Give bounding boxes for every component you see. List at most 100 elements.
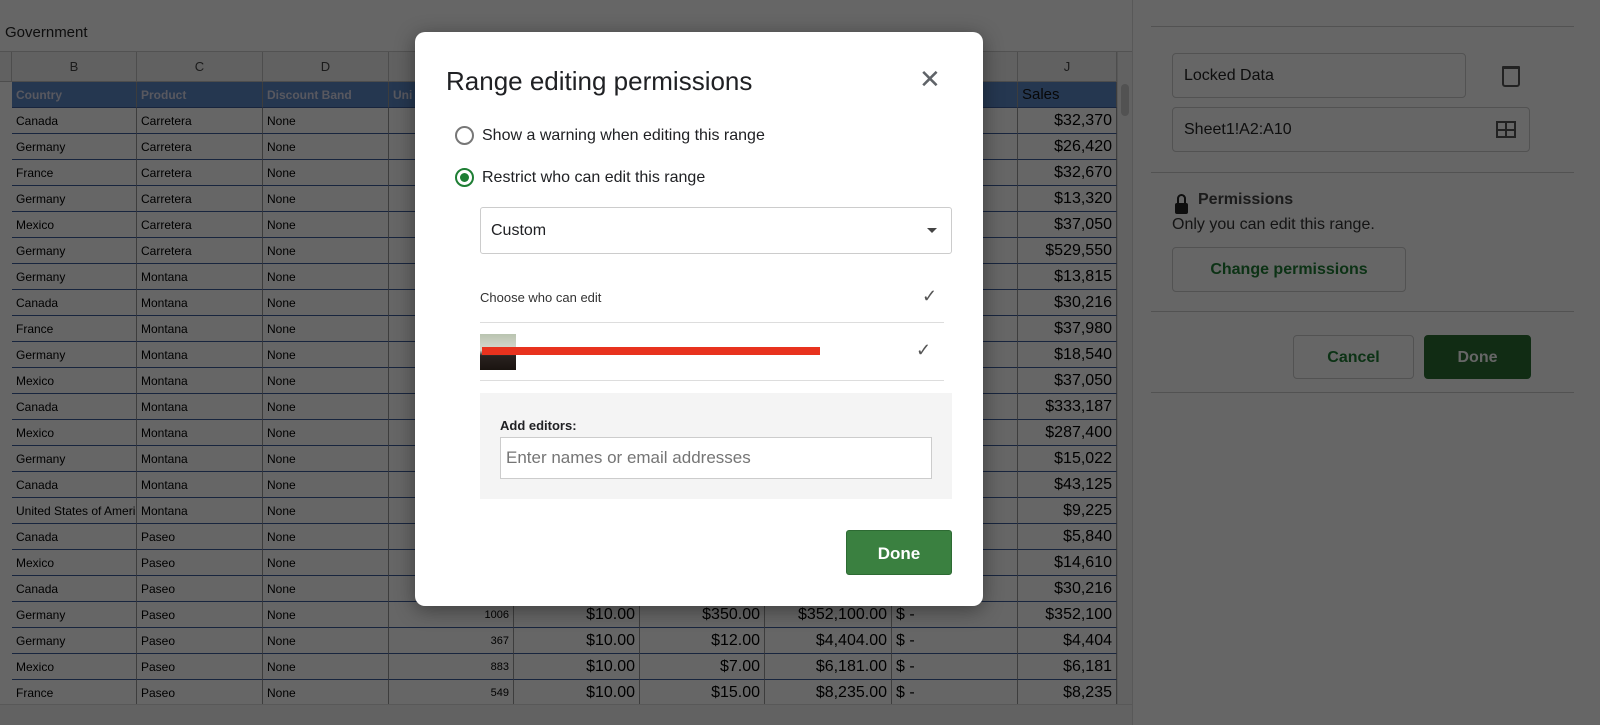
cell-disc[interactable]: $ - xyxy=(892,654,1018,680)
select-all-corner[interactable] xyxy=(0,52,12,82)
range-input[interactable]: Sheet1!A2:A10 xyxy=(1172,107,1530,152)
cell-discount[interactable]: None xyxy=(263,212,389,238)
panel-done-button[interactable]: Done xyxy=(1424,335,1531,379)
cell-discount[interactable]: None xyxy=(263,160,389,186)
cell-product[interactable]: Carretera xyxy=(137,134,263,160)
cell-sales[interactable]: $13,815 xyxy=(1018,264,1117,290)
cell-country[interactable]: Canada xyxy=(12,108,137,134)
cell-sales[interactable]: $43,125 xyxy=(1018,472,1117,498)
cell-country[interactable]: Germany xyxy=(12,264,137,290)
cell-country[interactable]: Mexico xyxy=(12,654,137,680)
cell-discount[interactable]: None xyxy=(263,576,389,602)
cell-product[interactable]: Paseo xyxy=(137,602,263,628)
cell-sales[interactable]: $9,225 xyxy=(1018,498,1117,524)
cell-discount[interactable]: None xyxy=(263,394,389,420)
cell-product[interactable]: Montana xyxy=(137,446,263,472)
cell-country[interactable]: France xyxy=(12,316,137,342)
cell-product[interactable]: Montana xyxy=(137,342,263,368)
cell-discount[interactable]: None xyxy=(263,186,389,212)
cell-disc[interactable]: $ - xyxy=(892,628,1018,654)
cell-country[interactable]: France xyxy=(12,680,137,704)
option-warning-label[interactable]: Show a warning when editing this range xyxy=(482,127,765,145)
cell-country[interactable]: France xyxy=(12,160,137,186)
cell-sales[interactable]: $13,320 xyxy=(1018,186,1117,212)
cell-discount[interactable]: None xyxy=(263,550,389,576)
horizontal-scrollbar[interactable] xyxy=(0,704,1132,725)
cell-product[interactable]: Montana xyxy=(137,264,263,290)
cell-product[interactable]: Montana xyxy=(137,316,263,342)
cell-mfg[interactable]: $10.00 xyxy=(514,654,640,680)
grid-select-icon[interactable] xyxy=(1496,121,1516,138)
cell-sales[interactable]: $15,022 xyxy=(1018,446,1117,472)
cell-product[interactable]: Paseo xyxy=(137,680,263,704)
dialog-done-button[interactable]: Done xyxy=(846,530,952,575)
column-header-C[interactable]: C xyxy=(137,52,263,82)
cell-country[interactable]: Germany xyxy=(12,186,137,212)
cell-product[interactable]: Montana xyxy=(137,368,263,394)
cell-sales[interactable]: $529,550 xyxy=(1018,238,1117,264)
cell-sales[interactable]: $37,050 xyxy=(1018,212,1117,238)
cell-country[interactable]: Canada xyxy=(12,524,137,550)
select-all-checkbox[interactable]: ✓ xyxy=(922,286,937,307)
cell-discount[interactable]: None xyxy=(263,420,389,446)
cell-country[interactable]: Canada xyxy=(12,290,137,316)
cell-country[interactable]: Germany xyxy=(12,238,137,264)
column-header-B[interactable]: B xyxy=(12,52,137,82)
cell-country[interactable]: Mexico xyxy=(12,550,137,576)
cell-price[interactable]: $12.00 xyxy=(640,628,765,654)
cell-sales[interactable]: $6,181 xyxy=(1018,654,1117,680)
cell-sales[interactable]: $287,400 xyxy=(1018,420,1117,446)
description-input[interactable]: Locked Data xyxy=(1172,53,1466,98)
cell-product[interactable]: Paseo xyxy=(137,628,263,654)
cell-gross[interactable]: $6,181.00 xyxy=(765,654,892,680)
cell-product[interactable]: Carretera xyxy=(137,160,263,186)
cell-discount[interactable]: None xyxy=(263,264,389,290)
cell-sales[interactable]: $352,100 xyxy=(1018,602,1117,628)
cell-gross[interactable]: $8,235.00 xyxy=(765,680,892,704)
cell-price[interactable]: $15.00 xyxy=(640,680,765,704)
cell-sales[interactable]: $37,980 xyxy=(1018,316,1117,342)
scroll-thumb[interactable] xyxy=(1121,84,1129,116)
header-cell-D[interactable]: Discount Band xyxy=(263,82,389,108)
cell-discount[interactable]: None xyxy=(263,472,389,498)
cell-discount[interactable]: None xyxy=(263,342,389,368)
cell-sales[interactable]: $32,370 xyxy=(1018,108,1117,134)
cancel-button[interactable]: Cancel xyxy=(1293,335,1414,379)
cell-country[interactable]: Mexico xyxy=(12,420,137,446)
cell-discount[interactable]: None xyxy=(263,108,389,134)
cell-country[interactable]: United States of Ameri xyxy=(12,498,137,524)
cell-discount[interactable]: None xyxy=(263,238,389,264)
cell-product[interactable]: Montana xyxy=(137,472,263,498)
header-cell-J[interactable]: Sales xyxy=(1018,82,1117,108)
user-checkbox[interactable]: ✓ xyxy=(916,340,931,361)
cell-discount[interactable]: None xyxy=(263,628,389,654)
cell-discount[interactable]: None xyxy=(263,602,389,628)
cell-sales[interactable]: $32,670 xyxy=(1018,160,1117,186)
cell-units[interactable]: 367 xyxy=(389,628,514,654)
delete-icon[interactable] xyxy=(1502,66,1520,87)
cell-price[interactable]: $7.00 xyxy=(640,654,765,680)
radio-restrict[interactable] xyxy=(455,168,474,187)
cell-country[interactable]: Canada xyxy=(12,576,137,602)
header-cell-B[interactable]: Country xyxy=(12,82,137,108)
cell-product[interactable]: Montana xyxy=(137,290,263,316)
cell-country[interactable]: Germany xyxy=(12,134,137,160)
cell-discount[interactable]: None xyxy=(263,134,389,160)
cell-sales[interactable]: $4,404 xyxy=(1018,628,1117,654)
cell-sales[interactable]: $37,050 xyxy=(1018,368,1117,394)
cell-discount[interactable]: None xyxy=(263,368,389,394)
cell-country[interactable]: Germany xyxy=(12,446,137,472)
cell-discount[interactable]: None xyxy=(263,498,389,524)
option-restrict-label[interactable]: Restrict who can edit this range xyxy=(482,169,705,187)
cell-product[interactable]: Carretera xyxy=(137,238,263,264)
cell-sales[interactable]: $8,235 xyxy=(1018,680,1117,704)
cell-sales[interactable]: $26,420 xyxy=(1018,134,1117,160)
cell-sales[interactable]: $333,187 xyxy=(1018,394,1117,420)
cell-discount[interactable]: None xyxy=(263,446,389,472)
cell-disc[interactable]: $ - xyxy=(892,680,1018,704)
cell-product[interactable]: Paseo xyxy=(137,524,263,550)
cell-country[interactable]: Canada xyxy=(12,394,137,420)
column-header-D[interactable]: D xyxy=(263,52,389,82)
cell-sales[interactable]: $30,216 xyxy=(1018,576,1117,602)
cell-product[interactable]: Carretera xyxy=(137,108,263,134)
